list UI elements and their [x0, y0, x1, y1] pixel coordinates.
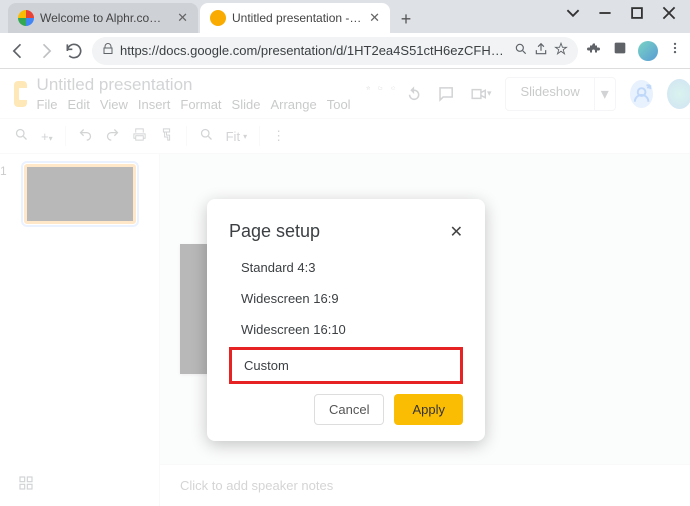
maximize-button[interactable]: [630, 6, 644, 20]
menu-arrange[interactable]: Arrange: [270, 97, 316, 112]
reload-button[interactable]: [64, 41, 84, 61]
tab-label: Welcome to Alphr.com - Google: [40, 11, 171, 25]
dialog-title: Page setup: [229, 221, 320, 242]
minimize-button[interactable]: [598, 6, 612, 20]
extensions: [586, 40, 682, 61]
menu-view[interactable]: View: [100, 97, 128, 112]
close-window-button[interactable]: [662, 6, 676, 20]
share-icon[interactable]: [534, 42, 548, 59]
doc-title[interactable]: Untitled presentation: [37, 75, 351, 95]
comment-icon[interactable]: [437, 83, 455, 105]
menu-insert[interactable]: Insert: [138, 97, 171, 112]
menu-format[interactable]: Format: [180, 97, 221, 112]
lock-icon: [102, 43, 114, 58]
slide-thumbnail[interactable]: 1: [10, 164, 149, 224]
close-icon[interactable]: ✕: [177, 10, 188, 26]
undo-history-icon[interactable]: [405, 83, 423, 105]
star-icon[interactable]: [366, 79, 370, 97]
star-icon[interactable]: [554, 42, 568, 59]
extension-icon[interactable]: [586, 40, 602, 61]
kebab-menu-icon[interactable]: ⋮: [272, 128, 285, 144]
present-camera-icon[interactable]: ▾: [470, 83, 492, 105]
search-icon[interactable]: [514, 42, 528, 59]
new-tab-button[interactable]: +: [392, 5, 420, 33]
filmstrip: 1: [0, 154, 160, 506]
browser-titlebar: Welcome to Alphr.com - Google ✕ Untitled…: [0, 0, 690, 33]
move-icon[interactable]: [378, 79, 382, 97]
menu-file[interactable]: File: [37, 97, 58, 112]
slide-number: 1: [0, 164, 7, 178]
chrome-favicon-icon: [18, 10, 34, 26]
menu-slide[interactable]: Slide: [232, 97, 261, 112]
window-controls: [552, 0, 690, 26]
option-widescreen-1610[interactable]: Widescreen 16:10: [229, 314, 463, 345]
share-button[interactable]: [630, 80, 653, 108]
grid-view-button[interactable]: [18, 475, 34, 496]
toolbar: +▾ Fit▾ ⋮ ︿: [0, 118, 690, 154]
profile-avatar[interactable]: [638, 41, 658, 61]
slides-favicon-icon: [210, 10, 226, 26]
zoom-icon[interactable]: [199, 127, 214, 145]
tab-alphr[interactable]: Welcome to Alphr.com - Google ✕: [8, 3, 198, 33]
tab-slides[interactable]: Untitled presentation - Google S ✕: [200, 3, 390, 33]
user-avatar[interactable]: [667, 79, 690, 109]
print-button[interactable]: [132, 127, 147, 145]
address-bar: https://docs.google.com/presentation/d/1…: [0, 33, 690, 69]
kebab-menu-icon[interactable]: [668, 41, 682, 60]
page-setup-dialog: Page setup ✕ Standard 4:3 Widescreen 16:…: [207, 199, 485, 441]
cancel-button[interactable]: Cancel: [314, 394, 384, 425]
back-button[interactable]: [8, 41, 28, 61]
paint-format-button[interactable]: [159, 127, 174, 145]
speaker-notes[interactable]: Click to add speaker notes: [160, 464, 690, 506]
url-text: https://docs.google.com/presentation/d/1…: [120, 43, 508, 58]
apply-button[interactable]: Apply: [394, 394, 463, 425]
aspect-ratio-dropdown: Standard 4:3 Widescreen 16:9 Widescreen …: [229, 252, 463, 386]
option-widescreen-169[interactable]: Widescreen 16:9: [229, 283, 463, 314]
option-standard[interactable]: Standard 4:3: [229, 252, 463, 283]
zoom-select[interactable]: Fit▾: [226, 129, 247, 144]
redo-button[interactable]: [105, 127, 120, 145]
undo-button[interactable]: [78, 127, 93, 145]
extension-icon[interactable]: [612, 40, 628, 61]
url-input[interactable]: https://docs.google.com/presentation/d/1…: [92, 37, 578, 65]
close-icon[interactable]: ✕: [369, 10, 380, 26]
app-header: Untitled presentation File Edit View Ins…: [0, 69, 690, 112]
slideshow-button[interactable]: Slideshow: [505, 77, 594, 111]
menubar: File Edit View Insert Format Slide Arran…: [37, 97, 351, 112]
chevron-down-icon[interactable]: [566, 6, 580, 20]
forward-button[interactable]: [36, 41, 56, 61]
menu-edit[interactable]: Edit: [68, 97, 90, 112]
speaker-notes-placeholder: Click to add speaker notes: [180, 478, 333, 493]
option-custom[interactable]: Custom: [229, 347, 463, 384]
search-icon[interactable]: [14, 127, 29, 145]
tab-label: Untitled presentation - Google S: [232, 11, 363, 25]
menu-tool[interactable]: Tool: [327, 97, 351, 112]
slides-logo-icon[interactable]: [14, 81, 27, 107]
cloud-icon[interactable]: [391, 79, 395, 97]
dialog-close-button[interactable]: ✕: [450, 222, 463, 242]
new-slide-button[interactable]: +▾: [41, 129, 53, 144]
slideshow-dropdown[interactable]: ▾: [595, 77, 616, 111]
